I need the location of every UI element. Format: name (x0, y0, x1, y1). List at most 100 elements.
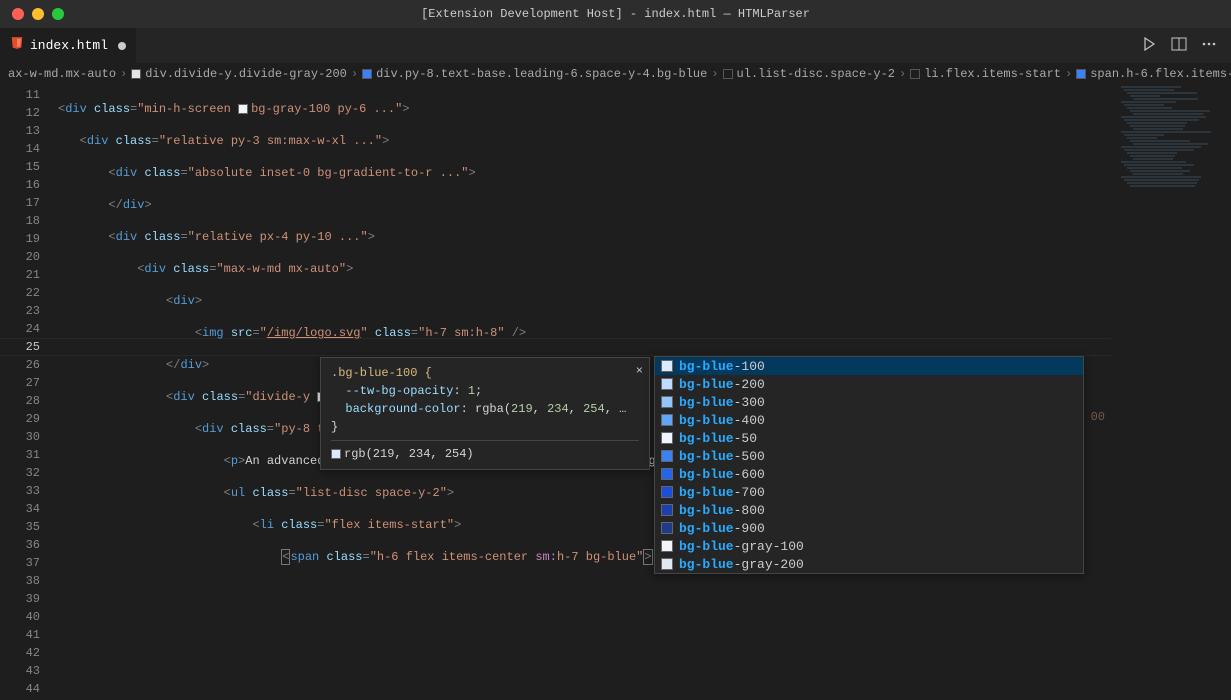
color-swatch-icon (131, 69, 141, 79)
breadcrumb-item[interactable]: div.py-8.text-base.leading-6.space-y-4.b… (362, 67, 707, 81)
titlebar: [Extension Development Host] - index.htm… (0, 0, 1231, 28)
hover-close-brace: } (331, 418, 639, 436)
chevron-right-icon: › (899, 67, 906, 81)
color-swatch-icon (661, 396, 673, 408)
maximize-window-button[interactable] (52, 8, 64, 20)
line-number: 28 (0, 392, 40, 410)
color-swatch-icon (661, 414, 673, 426)
line-number: 21 (0, 266, 40, 284)
line-number: 14 (0, 140, 40, 158)
autocomplete-item[interactable]: bg-blue-800 (655, 501, 1083, 519)
autocomplete-item[interactable]: bg-blue-900 (655, 519, 1083, 537)
window-controls (0, 8, 64, 20)
color-swatch-icon (661, 540, 673, 552)
hover-tooltip: × .bg-blue-100 { --tw-bg-opacity: 1; bac… (320, 357, 650, 470)
line-number: 30 (0, 428, 40, 446)
autocomplete-label: bg-blue-600 (679, 467, 765, 482)
more-actions-icon[interactable] (1201, 36, 1217, 56)
line-number: 43 (0, 662, 40, 680)
line-number: 29 (0, 410, 40, 428)
close-icon[interactable]: × (636, 362, 643, 380)
html-file-icon (10, 36, 24, 55)
autocomplete-item[interactable]: bg-blue-300 (655, 393, 1083, 411)
color-swatch-icon (331, 449, 341, 459)
editor-actions (1141, 28, 1231, 63)
close-window-button[interactable] (12, 8, 24, 20)
line-number: 35 (0, 518, 40, 536)
breadcrumb-item[interactable]: span.h-6.flex.items-center.sm:h-7.bg-blu (1076, 67, 1231, 81)
autocomplete-label: bg-blue-gray-100 (679, 539, 804, 554)
autocomplete-item[interactable]: bg-blue-gray-200 (655, 555, 1083, 573)
line-number: 37 (0, 554, 40, 572)
autocomplete-item[interactable]: bg-blue-50 (655, 429, 1083, 447)
line-number: 12 (0, 104, 40, 122)
line-number: 15 (0, 158, 40, 176)
color-swatch-icon (661, 360, 673, 372)
breadcrumb-item[interactable]: li.flex.items-start (910, 67, 1061, 81)
line-number: 42 (0, 644, 40, 662)
autocomplete-label: bg-blue-900 (679, 521, 765, 536)
color-swatch-icon (910, 69, 920, 79)
color-swatch-icon (661, 522, 673, 534)
color-swatch-icon (1076, 69, 1086, 79)
line-number: 41 (0, 626, 40, 644)
autocomplete-item[interactable]: bg-blue-gray-100 (655, 537, 1083, 555)
line-number: 38 (0, 572, 40, 590)
line-number: 13 (0, 122, 40, 140)
minimap[interactable] (1111, 85, 1231, 700)
breadcrumb-item[interactable]: ul.list-disc.space-y-2 (723, 67, 895, 81)
breadcrumb-item[interactable]: div.divide-y.divide-gray-200 (131, 67, 347, 81)
autocomplete-popup[interactable]: bg-blue-100 bg-blue-200 bg-blue-300 bg-blue… (654, 356, 1084, 574)
autocomplete-label: bg-blue-100 (679, 359, 765, 374)
autocomplete-item[interactable]: bg-blue-600 (655, 465, 1083, 483)
editor-tab[interactable]: index.html (0, 28, 137, 63)
line-number: 32 (0, 464, 40, 482)
line-number: 24 (0, 320, 40, 338)
split-editor-icon[interactable] (1171, 36, 1187, 56)
autocomplete-item[interactable]: bg-blue-500 (655, 447, 1083, 465)
run-icon[interactable] (1141, 36, 1157, 56)
tabbar: index.html (0, 28, 1231, 63)
autocomplete-item[interactable]: bg-blue-100 (655, 357, 1083, 375)
chevron-right-icon: › (351, 67, 358, 81)
autocomplete-item[interactable]: bg-blue-200 (655, 375, 1083, 393)
chevron-right-icon: › (120, 67, 127, 81)
minimize-window-button[interactable] (32, 8, 44, 20)
window-title: [Extension Development Host] - index.htm… (0, 7, 1231, 21)
line-number: 27 (0, 374, 40, 392)
line-number: 19 (0, 230, 40, 248)
autocomplete-label: bg-blue-300 (679, 395, 765, 410)
color-swatch-icon (723, 69, 733, 79)
line-number: 36 (0, 536, 40, 554)
line-number: 34 (0, 500, 40, 518)
line-number: 31 (0, 446, 40, 464)
line-number: 18 (0, 212, 40, 230)
breadcrumb[interactable]: ax-w-md.mx-auto › div.divide-y.divide-gr… (0, 63, 1231, 85)
autocomplete-label: bg-blue-500 (679, 449, 765, 464)
line-number: 20 (0, 248, 40, 266)
color-swatch-icon (362, 69, 372, 79)
editor[interactable]: 1112131415161718192021222324252627282930… (0, 85, 1231, 700)
hover-rgb-value: rgb(219, 234, 254) (344, 447, 474, 461)
hover-selector: .bg-blue-100 { (331, 366, 432, 380)
autocomplete-label: bg-blue-800 (679, 503, 765, 518)
autocomplete-label: bg-blue-400 (679, 413, 765, 428)
autocomplete-label: bg-blue-200 (679, 377, 765, 392)
chevron-right-icon: › (711, 67, 718, 81)
autocomplete-item[interactable]: bg-blue-400 (655, 411, 1083, 429)
color-swatch-icon (661, 486, 673, 498)
line-number: 23 (0, 302, 40, 320)
line-number: 40 (0, 608, 40, 626)
dirty-indicator-icon (118, 42, 126, 50)
color-swatch-icon (661, 378, 673, 390)
autocomplete-label: bg-blue-50 (679, 431, 757, 446)
tab-filename: index.html (30, 38, 108, 53)
line-number: 17 (0, 194, 40, 212)
breadcrumb-item[interactable]: ax-w-md.mx-auto (8, 67, 116, 81)
autocomplete-item[interactable]: bg-blue-700 (655, 483, 1083, 501)
color-swatch-icon (661, 432, 673, 444)
line-number: 26 (0, 356, 40, 374)
ghost-hint: 00 (1091, 410, 1105, 424)
autocomplete-label: bg-blue-gray-200 (679, 557, 804, 572)
line-number: 22 (0, 284, 40, 302)
